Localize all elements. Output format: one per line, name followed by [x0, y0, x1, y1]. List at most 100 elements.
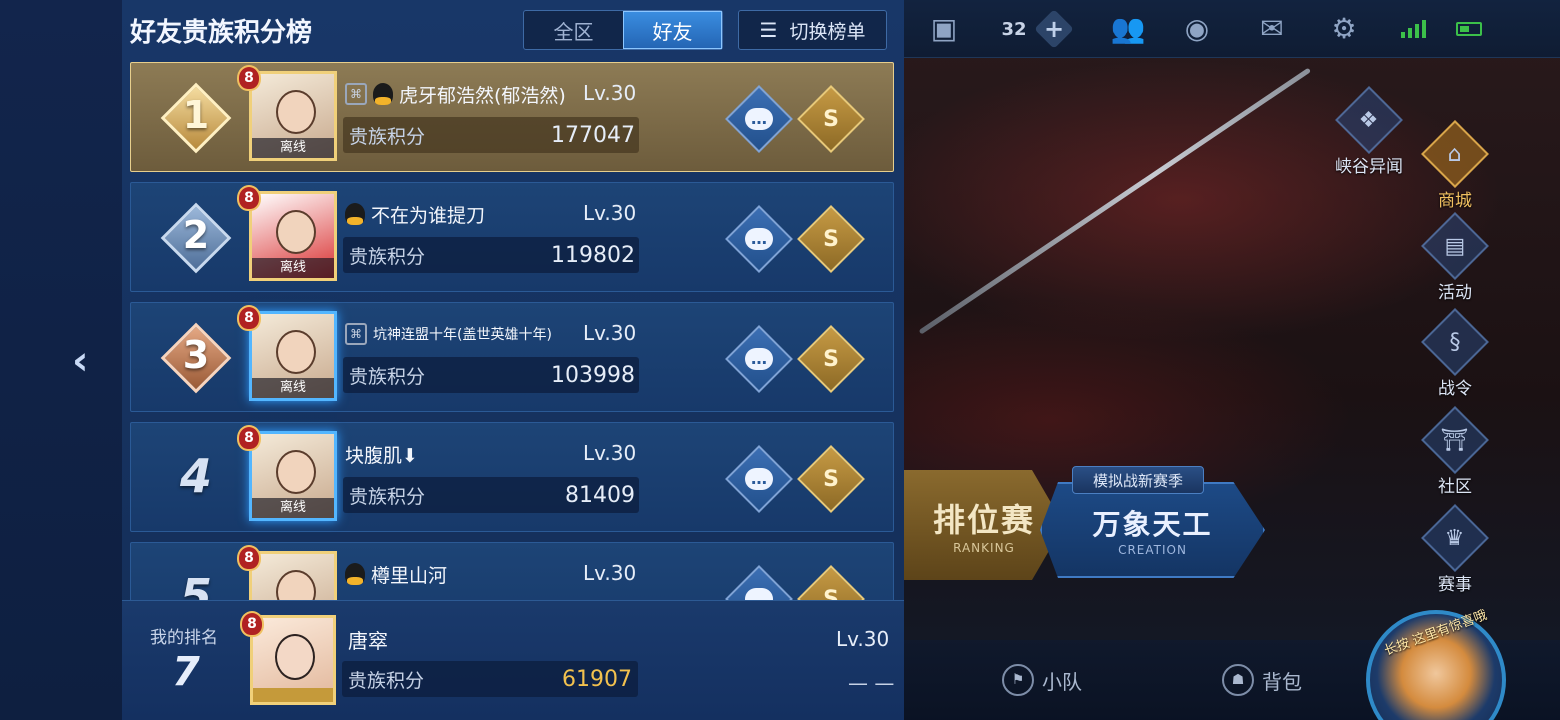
mail-icon[interactable]: ✉: [1252, 10, 1292, 48]
leaderboard-row[interactable]: 1 离线 8 ⌘ 虎牙郁浩然(郁浩然) Lv.30 贵族积分 177047 S: [130, 62, 894, 172]
avatar[interactable]: 离线: [249, 71, 337, 161]
side-menu-label: 战令: [1438, 379, 1472, 399]
player-name: 块腹肌⬇: [345, 444, 418, 467]
rank-number: 1: [182, 93, 210, 137]
score-label: 贵族积分: [349, 365, 426, 388]
noble-level-badge: 8: [237, 545, 261, 571]
leaderboard-list[interactable]: 1 离线 8 ⌘ 虎牙郁浩然(郁浩然) Lv.30 贵族积分 177047 S: [130, 62, 894, 600]
left-edge-strip: [0, 0, 122, 720]
side-menu-label: 峡谷异闻: [1335, 157, 1403, 177]
player-level: Lv.30: [583, 201, 637, 225]
coin-count: 32: [1001, 18, 1027, 40]
page-title: 好友贵族积分榜: [130, 18, 313, 48]
tab-friends[interactable]: 好友: [622, 11, 722, 49]
avatar[interactable]: 离线: [249, 191, 337, 281]
signal-icon: [1398, 10, 1428, 48]
bag-button[interactable]: ☗ 背包: [1222, 664, 1302, 696]
ranking-mode-label: 排位赛: [932, 501, 1035, 539]
battery-icon: [1452, 10, 1486, 48]
my-score-value: 61907: [562, 666, 632, 692]
chat-button[interactable]: [725, 85, 793, 153]
gift-button[interactable]: S: [797, 85, 865, 153]
chat-button[interactable]: [725, 565, 793, 600]
side-menu-battle-pass[interactable]: § 战令: [1410, 308, 1500, 399]
online-status: 离线: [252, 498, 334, 518]
bag-icon: ☗: [1222, 664, 1254, 696]
noble-level-badge: 8: [237, 425, 261, 451]
score-label: 贵族积分: [349, 485, 426, 508]
gift-coin-icon: S: [823, 226, 839, 252]
title-tag-icon: ⌘: [345, 323, 367, 345]
eye-icon[interactable]: ◉: [1174, 10, 1220, 48]
book-icon: ❖: [1335, 86, 1403, 154]
avatar[interactable]: 离线: [249, 431, 337, 521]
score-label: 贵族积分: [349, 125, 426, 148]
my-player-level: Lv.30: [836, 627, 890, 651]
player-name: 坑神连盟十年(盖世英雄十年): [373, 327, 552, 343]
settings-gear-icon[interactable]: ⚙: [1324, 10, 1364, 48]
leaderboard-row[interactable]: 4 离线 8 块腹肌⬇ Lv.30 贵族积分 81409 S: [130, 422, 894, 532]
noble-level-badge: 8: [237, 65, 261, 91]
player-name: 樽里山河: [371, 564, 448, 587]
rank-number: 5: [179, 569, 212, 600]
gift-button[interactable]: S: [797, 205, 865, 273]
chat-bubble-icon: [737, 217, 781, 261]
score-box: 贵族积分 103998: [343, 357, 639, 393]
collapse-panel-chevron-icon[interactable]: ‹: [72, 338, 88, 384]
gift-button[interactable]: S: [797, 445, 865, 513]
chat-button[interactable]: [725, 445, 793, 513]
qq-penguin-icon: [345, 563, 365, 585]
score-box: 贵族积分 177047: [343, 117, 639, 153]
my-rank-label: 我的排名: [150, 628, 218, 648]
switch-board-button[interactable]: ☰ 切换榜单: [738, 10, 887, 50]
side-menu-shop[interactable]: ⌂ 商城: [1410, 120, 1500, 211]
side-menu-community[interactable]: ⛩ 社区: [1410, 406, 1500, 497]
creation-mode-button[interactable]: 万象天工 CREATION: [1040, 482, 1265, 578]
leaderboard-row[interactable]: 3 离线 8 ⌘ 坑神连盟十年(盖世英雄十年) Lv.30 贵族积分 10399…: [130, 302, 894, 412]
chat-bubble-icon: [737, 577, 781, 600]
gift-coin-icon: S: [823, 466, 839, 492]
friends-icon[interactable]: 👥: [1106, 10, 1150, 48]
gift-button[interactable]: S: [797, 325, 865, 393]
leaderboard-row[interactable]: 2 离线 8 不在为谁提刀 Lv.30 贵族积分 119802 S: [130, 182, 894, 292]
score-value: 103998: [551, 362, 635, 388]
chat-button[interactable]: [725, 325, 793, 393]
score-label: 贵族积分: [348, 669, 425, 692]
side-menu-canyon-news[interactable]: ❖ 峡谷异闻: [1324, 86, 1414, 177]
title-tag-icon: ⌘: [345, 83, 367, 105]
player-level: Lv.30: [583, 81, 637, 105]
gift-button[interactable]: S: [797, 565, 865, 600]
leaderboard-row[interactable]: 5 8 樽里山河 Lv.30 S: [130, 542, 894, 600]
player-level: Lv.30: [583, 441, 637, 465]
chat-button[interactable]: [725, 205, 793, 273]
chat-bubble-icon: [737, 337, 781, 381]
gift-coin-icon: S: [823, 586, 839, 601]
qq-penguin-icon: [345, 203, 365, 225]
tab-all-server[interactable]: 全区: [524, 11, 623, 49]
shop-icon: ⌂: [1421, 120, 1489, 188]
rank-badge: 5: [153, 555, 239, 600]
switch-board-label: 切换榜单: [789, 20, 866, 43]
creation-mode-sublabel: CREATION: [1118, 543, 1187, 557]
ranking-mode-button[interactable]: 排位赛 RANKING: [904, 470, 1064, 580]
rank-badge-gold-icon: 1: [153, 75, 239, 161]
team-button[interactable]: ⚑ 小队: [1002, 664, 1082, 696]
player-name: 不在为谁提刀: [371, 204, 486, 227]
avatar[interactable]: 离线: [249, 311, 337, 401]
card-icon[interactable]: ▣: [924, 10, 964, 48]
gift-coin-icon: S: [823, 106, 839, 132]
avatar[interactable]: [249, 551, 337, 600]
score-value: 119802: [551, 242, 635, 268]
rank-number: 4: [179, 449, 212, 503]
side-menu-label: 商城: [1438, 191, 1472, 211]
online-status: 离线: [252, 378, 334, 398]
side-menu-events[interactable]: ▤ 活动: [1410, 212, 1500, 303]
bag-label: 背包: [1262, 669, 1302, 694]
my-score-box: 贵族积分 61907: [342, 661, 638, 697]
online-status: 离线: [252, 258, 334, 278]
chat-bubble-icon: [737, 457, 781, 501]
creation-mode-label: 万象天工: [1092, 508, 1213, 541]
add-currency-button[interactable]: +: [1034, 9, 1074, 49]
side-menu-tournament[interactable]: ♛ 赛事: [1410, 504, 1500, 595]
side-menu-label: 社区: [1438, 477, 1472, 497]
